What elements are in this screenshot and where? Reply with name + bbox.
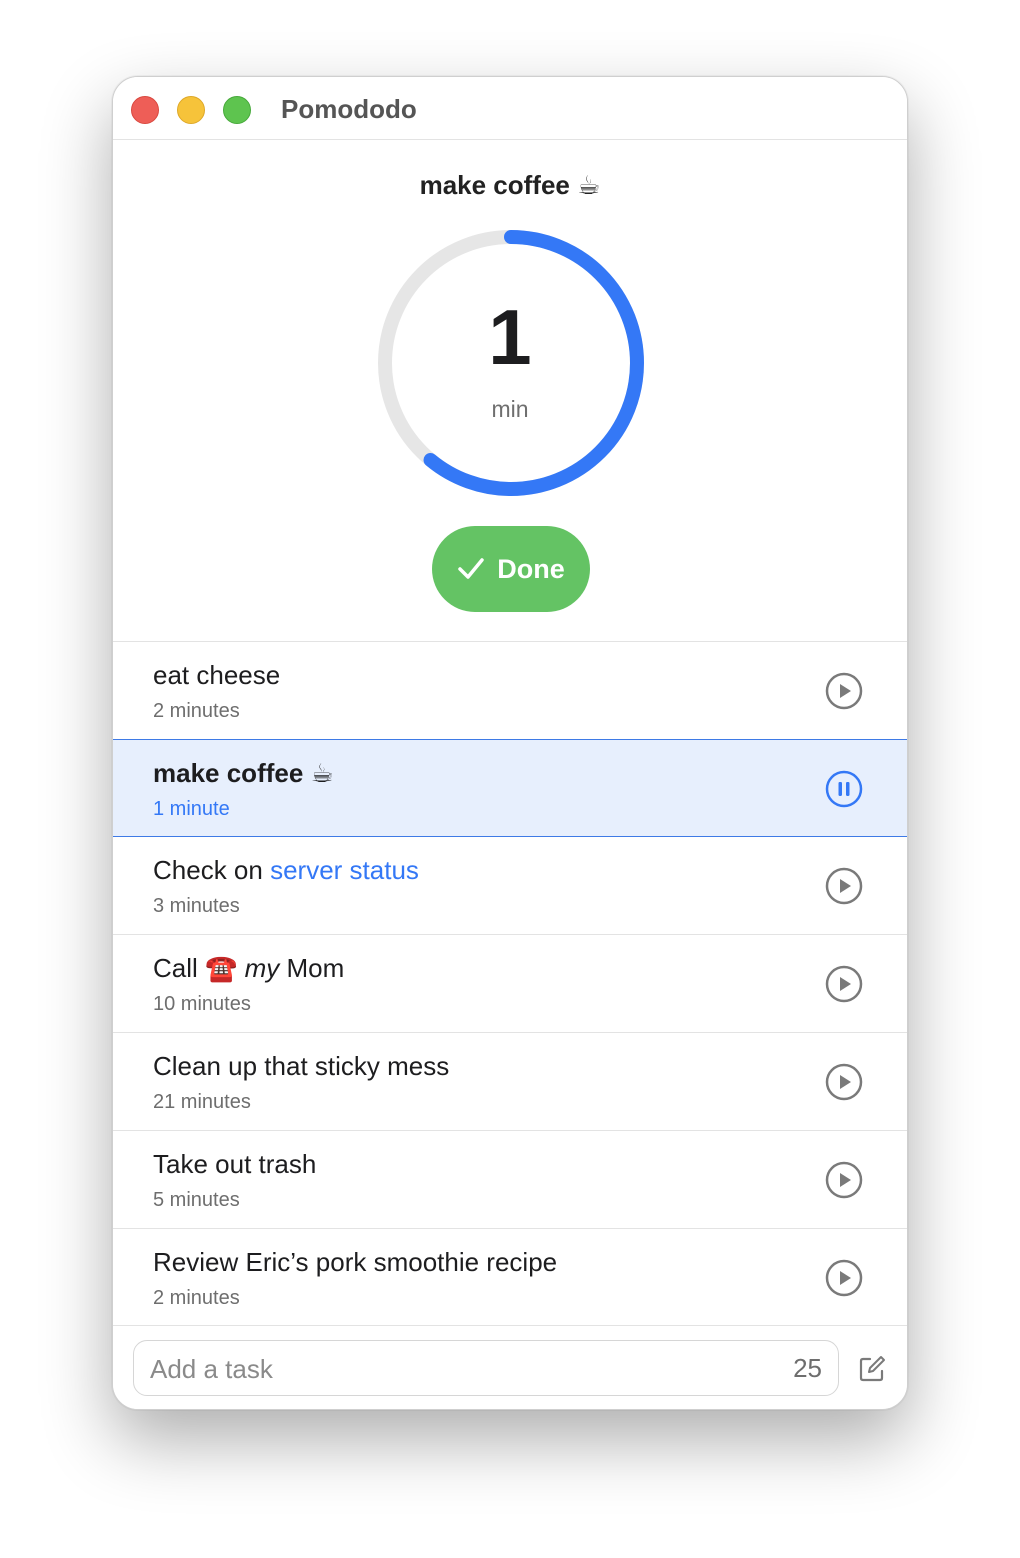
task-row[interactable]: Take out trash 5 minutes bbox=[113, 1131, 907, 1229]
app-window: Pomododo make coffee ☕ 1 min Done eat ch… bbox=[112, 76, 908, 1410]
task-title: eat cheese bbox=[153, 660, 281, 690]
task-row[interactable]: Clean up that sticky mess 21 minutes bbox=[113, 1033, 907, 1131]
task-title-italic: my bbox=[244, 953, 280, 983]
task-row[interactable]: Review Eric’s pork smoothie recipe 2 min… bbox=[113, 1229, 907, 1327]
task-list: eat cheese 2 minutes make coffee ☕ 1 min… bbox=[113, 642, 907, 1327]
play-circle-icon[interactable] bbox=[825, 1259, 863, 1297]
add-task-input[interactable] bbox=[150, 1349, 750, 1389]
task-title-text: Mom bbox=[279, 953, 345, 983]
current-task-title: make coffee ☕ bbox=[419, 170, 601, 200]
task-title: make coffee ☕ bbox=[153, 758, 334, 788]
task-title: Check on server status bbox=[153, 855, 419, 886]
play-circle-icon[interactable] bbox=[825, 965, 863, 1003]
task-duration: 10 minutes bbox=[153, 993, 251, 1015]
pause-circle-icon[interactable] bbox=[825, 770, 863, 808]
play-circle-icon[interactable] bbox=[825, 1063, 863, 1101]
timer-panel: make coffee ☕ 1 min Done bbox=[113, 140, 907, 642]
task-title: Take out trash bbox=[153, 1149, 317, 1179]
task-title: Review Eric’s pork smoothie recipe bbox=[153, 1247, 558, 1277]
minimize-window-button[interactable] bbox=[177, 96, 205, 124]
play-circle-icon[interactable] bbox=[825, 672, 863, 710]
task-title-text: Check on bbox=[153, 855, 271, 885]
task-duration: 21 minutes bbox=[153, 1091, 251, 1113]
task-title: Clean up that sticky mess bbox=[153, 1051, 450, 1081]
timer-unit: min bbox=[491, 396, 529, 422]
task-title: Call ☎️ my Mom bbox=[153, 953, 344, 984]
done-button-label: Done bbox=[497, 553, 565, 584]
task-duration: 2 minutes bbox=[153, 700, 240, 722]
checkmark-icon bbox=[458, 558, 484, 579]
timer-value: 1 bbox=[488, 293, 532, 381]
play-circle-icon[interactable] bbox=[825, 1161, 863, 1199]
task-duration: 5 minutes bbox=[153, 1189, 240, 1211]
compose-icon[interactable] bbox=[857, 1354, 887, 1384]
play-circle-icon[interactable] bbox=[825, 867, 863, 905]
close-window-button[interactable] bbox=[131, 96, 159, 124]
server-status-link[interactable]: server status bbox=[270, 855, 419, 885]
task-row[interactable]: Call ☎️ my Mom 10 minutes bbox=[113, 935, 907, 1033]
task-row[interactable]: Check on server status 3 minutes bbox=[113, 837, 907, 935]
task-row-active[interactable]: make coffee ☕ 1 minute bbox=[113, 739, 907, 837]
zoom-window-button[interactable] bbox=[223, 96, 251, 124]
title-bar: Pomododo bbox=[113, 77, 907, 140]
task-duration: 1 minute bbox=[153, 798, 230, 820]
task-title-text: Call ☎️ bbox=[153, 953, 245, 983]
app-title: Pomododo bbox=[281, 94, 417, 124]
done-button[interactable]: Done bbox=[432, 526, 590, 612]
add-task-field[interactable]: 25 bbox=[133, 1340, 839, 1396]
add-task-bar: 25 bbox=[113, 1325, 907, 1409]
add-task-minutes[interactable]: 25 bbox=[793, 1353, 822, 1384]
task-duration: 3 minutes bbox=[153, 895, 240, 917]
task-duration: 2 minutes bbox=[153, 1287, 240, 1309]
task-row[interactable]: eat cheese 2 minutes bbox=[113, 642, 907, 740]
